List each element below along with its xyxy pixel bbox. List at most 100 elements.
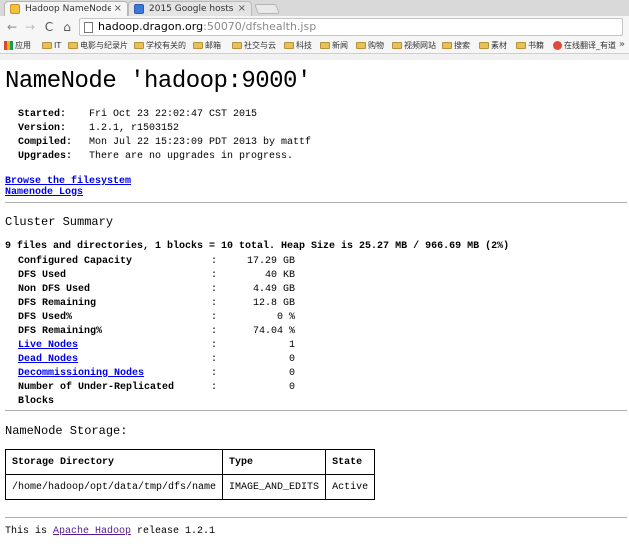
stat-value: 4.49 GB <box>252 284 295 295</box>
translate-icon <box>553 41 562 50</box>
folder-icon <box>42 42 52 49</box>
decommissioning-nodes-link[interactable]: Decommissioning Nodes <box>18 368 144 379</box>
bookmark-folder-mail[interactable]: 邮箱 <box>193 39 221 53</box>
column-header: State <box>325 449 376 475</box>
folder-icon <box>193 42 203 49</box>
stat-row: Decommissioning Nodes:0 <box>18 368 295 379</box>
tab-strip: Hadoop NameNode ha × 2015 Google hosts 持… <box>0 0 629 16</box>
info-row-started: Started: Fri Oct 23 22:02:47 CST 2015 <box>18 108 311 122</box>
bookmark-apps[interactable]: 应用 <box>4 39 31 53</box>
stat-label: DFS Used% <box>18 312 73 323</box>
folder-icon <box>232 42 242 49</box>
tab-close-icon[interactable]: × <box>114 2 122 16</box>
browser-toolbar: ← → C ⌂ hadoop.dragon.org:50070/dfshealt… <box>0 16 629 38</box>
info-key: Started: <box>18 109 67 120</box>
bookmark-folder-news[interactable]: 新闻 <box>320 39 348 53</box>
page-icon <box>84 22 93 33</box>
bookmark-folder-it[interactable]: IT <box>42 39 61 53</box>
divider <box>5 202 627 203</box>
stat-value: 0 <box>288 368 295 379</box>
bookmarks-bar: 应用 IT 电影与纪录片 学校有关的 邮箱 社交与云 科技 新闻 购物 视频网站… <box>0 38 629 54</box>
stat-value: 0 <box>288 354 295 365</box>
bookmark-youdao-translate[interactable]: 在线翻译_有道 <box>553 39 616 53</box>
page-links: Browse the filesystem Namenode Logs <box>5 176 131 198</box>
address-bar[interactable]: hadoop.dragon.org:50070/dfshealth.jsp <box>79 18 623 36</box>
bookmark-folder-movies[interactable]: 电影与纪录片 <box>68 39 128 53</box>
bookmark-folder-materials[interactable]: 素材 <box>479 39 507 53</box>
table-cell: IMAGE_AND_EDITS <box>222 474 327 500</box>
bookmarks-overflow-icon[interactable]: » <box>619 38 625 52</box>
stat-row: Dead Nodes:0 <box>18 354 295 365</box>
folder-icon <box>356 42 366 49</box>
bookmark-folder-shopping[interactable]: 购物 <box>356 39 384 53</box>
folder-icon <box>479 42 489 49</box>
info-value: Mon Jul 22 15:23:09 PDT 2013 by mattf <box>89 137 312 148</box>
cluster-summary-heading: Cluster Summary <box>5 215 114 229</box>
stat-row: Number of Under-Replicated Blocks:0 <box>18 382 295 407</box>
cluster-summary-line: 9 files and directories, 1 blocks = 10 t… <box>5 241 510 252</box>
stat-value: 40 KB <box>264 270 295 281</box>
dead-nodes-link[interactable]: Dead Nodes <box>18 354 78 365</box>
bookmark-folder-tech[interactable]: 科技 <box>284 39 312 53</box>
page-title: NameNode 'hadoop:9000' <box>5 68 311 95</box>
stat-label: Configured Capacity <box>18 256 133 267</box>
stat-label: DFS Remaining <box>18 298 97 309</box>
namenode-info: Started: Fri Oct 23 22:02:47 CST 2015 Ve… <box>18 108 311 164</box>
browse-filesystem-link[interactable]: Browse the filesystem <box>5 176 131 187</box>
tab-title: Hadoop NameNode ha <box>25 4 111 14</box>
stat-label: DFS Used <box>18 270 67 281</box>
apps-grid-icon <box>4 41 13 50</box>
stat-label: Non DFS Used <box>18 284 91 295</box>
reload-icon[interactable]: C <box>42 20 56 34</box>
info-value: There are no upgrades in progress. <box>89 151 294 162</box>
stat-value: 0 % <box>276 312 295 323</box>
home-icon[interactable]: ⌂ <box>60 20 74 34</box>
stat-row: DFS Remaining%:74.04 % <box>18 326 295 337</box>
stat-value: 74.04 % <box>252 326 295 337</box>
stat-value: 0 <box>288 382 295 393</box>
table-cell: Active <box>325 474 376 500</box>
storage-table: Storage Directory Type State /home/hadoo… <box>4 449 376 500</box>
stat-row: DFS Remaining:12.8 GB <box>18 298 295 309</box>
new-tab-button[interactable] <box>254 4 280 14</box>
url-host: hadoop.dragon.org <box>98 20 204 33</box>
info-value: Fri Oct 23 22:02:47 CST 2015 <box>89 109 258 120</box>
folder-icon <box>134 42 144 49</box>
stat-row: DFS Used%:0 % <box>18 312 295 323</box>
folder-icon <box>320 42 330 49</box>
info-key: Version: <box>18 123 67 134</box>
info-key: Upgrades: <box>18 151 73 162</box>
folder-icon <box>284 42 294 49</box>
tab-title: 2015 Google hosts 持续 <box>149 4 235 14</box>
tab-google-hosts[interactable]: 2015 Google hosts 持续 × <box>128 1 252 16</box>
info-key: Compiled: <box>18 137 73 148</box>
namenode-logs-link[interactable]: Namenode Logs <box>5 187 131 198</box>
apache-hadoop-link[interactable]: Apache Hadoop <box>53 526 131 537</box>
stat-label: DFS Remaining% <box>18 326 103 337</box>
bookmark-folder-search[interactable]: 搜索 <box>442 39 470 53</box>
bookmark-folder-social[interactable]: 社交与云 <box>232 39 276 53</box>
stat-value: 17.29 GB <box>246 256 295 267</box>
folder-icon <box>442 42 452 49</box>
stat-row: Configured Capacity:17.29 GB <box>18 256 295 267</box>
forward-arrow-icon[interactable]: → <box>23 20 37 34</box>
bookmark-folder-books[interactable]: 书籍 <box>516 39 544 53</box>
stat-value: 1 <box>288 340 295 351</box>
stat-value: 12.8 GB <box>252 298 295 309</box>
namenode-storage-heading: NameNode Storage: <box>5 424 128 438</box>
folder-icon <box>392 42 402 49</box>
bookmark-folder-school[interactable]: 学校有关的 <box>134 39 186 53</box>
divider <box>5 410 627 411</box>
column-header: Storage Directory <box>4 449 224 475</box>
live-nodes-link[interactable]: Live Nodes <box>18 340 78 351</box>
stat-row: Non DFS Used:4.49 GB <box>18 284 295 295</box>
tab-close-icon[interactable]: × <box>238 2 246 16</box>
folder-icon <box>68 42 78 49</box>
back-arrow-icon[interactable]: ← <box>5 20 19 34</box>
browser-chrome: Hadoop NameNode ha × 2015 Google hosts 持… <box>0 0 629 60</box>
bookmark-folder-video[interactable]: 视频网站 <box>392 39 436 53</box>
info-value: 1.2.1, r1503152 <box>89 123 180 134</box>
page-footer: This is Apache Hadoop release 1.2.1 <box>5 526 216 537</box>
tab-hadoop-namenode[interactable]: Hadoop NameNode ha × <box>4 1 128 16</box>
info-row-version: Version: 1.2.1, r1503152 <box>18 122 311 136</box>
